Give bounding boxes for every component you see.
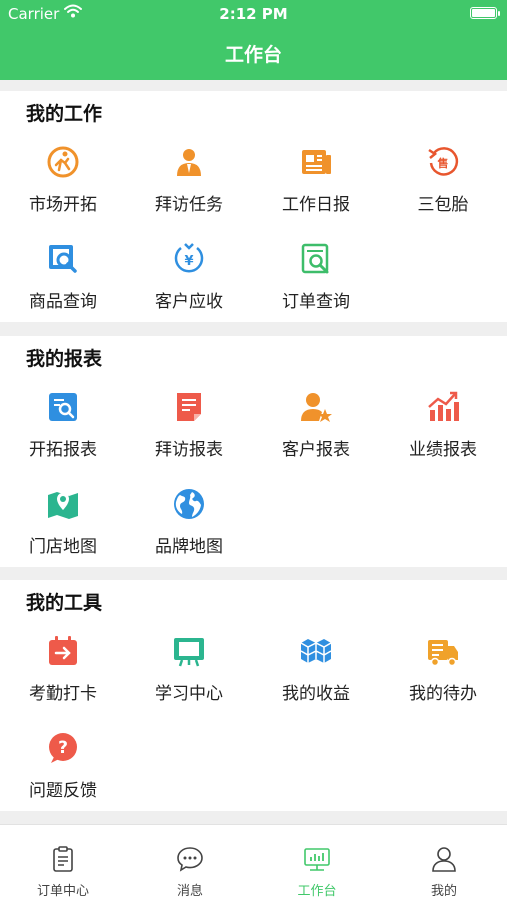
tab-label: 我的 [430,884,457,899]
customer-receivable-button[interactable]: ¥ 客户应收 [134,242,244,322]
section-title: 我的工具 [26,592,103,614]
market-expansion-button[interactable]: 市场开拓 [8,145,118,225]
globe-icon [174,489,204,519]
learning-center-button[interactable]: 学习中心 [134,634,244,714]
app-header: Carrier 2:12 PM 工作台 [0,0,507,80]
item-label: 开拓报表 [29,440,97,460]
customer-report-button[interactable]: 客户报表 [261,390,371,470]
tab-order-center[interactable]: 订单中心 [0,825,126,900]
section-my-reports: 我的报表 开拓报表 拜访报表 客户报表 业绩报表 门店地图 品牌地图 [0,336,507,567]
svg-text:售: 售 [437,156,449,170]
item-label: 客户报表 [282,440,350,460]
tab-messages[interactable]: 消息 [127,825,253,900]
easel-icon [174,638,204,667]
tab-bar: 订单中心 消息 工作台 我的 [0,824,507,900]
order-query-button[interactable]: 订单查询 [261,242,371,322]
item-label: 业绩报表 [409,440,477,460]
person-icon [432,847,456,872]
status-time: 2:12 PM [219,5,288,23]
tab-profile[interactable]: 我的 [381,825,507,900]
section-my-work: 我的工作 市场开拓 拜访任务 工作日报 售 三包胎 商品查询 ¥ 客户应收 订单… [0,91,507,322]
return-sale-icon: 售 [428,147,459,176]
performance-report-button[interactable]: 业绩报表 [388,390,498,470]
visit-report-button[interactable]: 拜访报表 [134,390,244,470]
item-label: 拜访任务 [155,195,223,215]
item-label: 我的收益 [282,684,350,704]
tab-workbench[interactable]: 工作台 [254,825,380,900]
map-pin-icon [48,492,78,519]
order-search-icon [301,243,329,274]
status-bar: Carrier 2:12 PM [0,0,507,28]
product-search-icon [49,245,77,273]
item-label: 客户应收 [155,292,223,312]
customer-star-icon [301,393,332,422]
item-label: 拜访报表 [155,440,223,460]
page-title: 工作台 [224,44,282,66]
item-label: 门店地图 [29,537,97,557]
visit-task-button[interactable]: 拜访任务 [134,145,244,225]
item-label: 问题反馈 [29,781,97,801]
question-bubble-icon: ? [49,733,77,763]
section-my-tools: 我的工具 考勤打卡 学习中心 我的收益 我的待办 ? 问题反馈 [0,580,507,811]
attendance-checkin-button[interactable]: 考勤打卡 [8,634,118,714]
item-label: 工作日报 [282,195,350,215]
item-label: 考勤打卡 [29,684,97,704]
delivery-truck-icon [428,640,458,667]
expansion-report-button[interactable]: 开拓报表 [8,390,118,470]
item-label: 市场开拓 [29,195,97,215]
my-earnings-button[interactable]: 我的收益 [261,634,371,714]
yen-receivable-icon: ¥ [174,243,204,273]
document-icon [177,393,201,421]
cubes-icon [300,639,332,663]
item-label: 品牌地图 [155,537,223,557]
bar-chart-icon [428,391,459,421]
item-label: 三包胎 [417,195,469,215]
my-todo-button[interactable]: 我的待办 [388,634,498,714]
monitor-chart-icon [304,848,330,871]
running-man-icon [47,146,79,178]
chat-bubble-icon [177,847,203,872]
brand-map-button[interactable]: 品牌地图 [134,487,244,567]
section-title: 我的工作 [26,103,103,125]
tab-label: 工作台 [297,884,337,899]
svg-text:?: ? [58,738,68,758]
item-label: 我的待办 [409,684,477,704]
tire-warranty-button[interactable]: 售 三包胎 [388,145,498,225]
item-label: 学习中心 [155,684,223,704]
clipboard-icon [53,846,73,872]
item-label: 订单查询 [282,292,350,312]
newspaper-icon [302,150,331,174]
section-title: 我的报表 [26,348,103,370]
battery-icon [470,7,500,19]
tab-label: 订单中心 [36,884,89,899]
feedback-button[interactable]: ? 问题反馈 [8,731,118,811]
tab-label: 消息 [176,884,203,899]
businessman-icon [177,149,201,176]
svg-text:¥: ¥ [184,254,193,269]
report-search-icon [49,393,77,421]
calendar-checkin-icon [49,636,77,665]
product-query-button[interactable]: 商品查询 [8,242,118,322]
item-label: 商品查询 [29,292,97,312]
daily-report-button[interactable]: 工作日报 [261,145,371,225]
store-map-button[interactable]: 门店地图 [8,487,118,567]
